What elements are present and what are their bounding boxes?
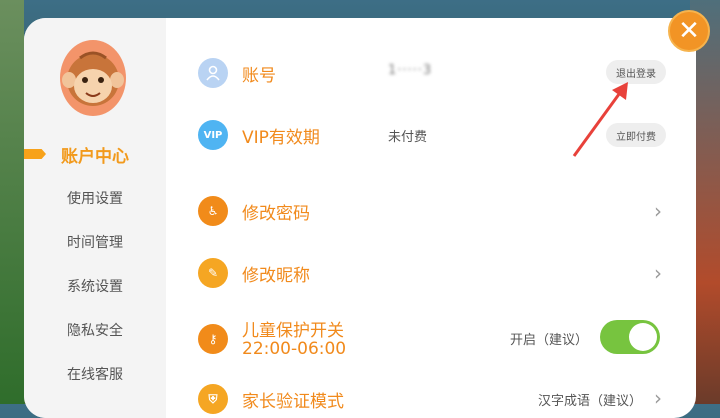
parent-verify-row[interactable]: ⛨ 家长验证模式 汉字成语（建议） › [166,384,696,418]
chevron-right-icon: › [654,386,662,410]
avatar[interactable] [60,40,126,116]
sidebar-item-online-support[interactable]: 在线客服 [24,364,166,384]
close-button[interactable]: ✕ [668,10,710,52]
chevron-right-icon: › [654,199,662,223]
sidebar-item-privacy-security[interactable]: 隐私安全 [24,320,166,340]
key-icon: ⚷ [198,324,228,354]
child-protection-label: 儿童保护开关 [242,321,344,341]
vip-label: VIP有效期 [242,128,320,148]
chevron-right-icon: › [654,261,662,285]
sidebar-item-system-settings[interactable]: 系统设置 [24,276,166,296]
close-icon: ✕ [678,16,700,46]
vip-icon: VIP [198,120,228,150]
toggle-knob [629,323,657,351]
parent-verify-label: 家长验证模式 [242,392,344,412]
account-value: 1·····3 [388,63,433,78]
account-label: 账号 [242,66,276,86]
parent-verify-value: 汉字成语（建议） [537,394,642,409]
user-icon [198,58,228,88]
child-protection-time: 22:00-06:00 [242,339,347,359]
monkey-avatar-icon [62,51,124,106]
child-protection-row: ⚷ 儿童保护开关 22:00-06:00 开启（建议） [166,314,696,362]
sidebar-item-usage-settings[interactable]: 使用设置 [24,188,166,208]
annotation-arrow-icon [572,82,628,157]
child-protection-status: 开启（建议） [509,333,588,348]
background-left [0,0,24,404]
change-password-label: 修改密码 [242,204,310,224]
pencil-icon: ✎ [198,258,228,288]
sidebar-item-account-center[interactable]: 账户中心 [24,142,166,167]
change-nickname-row[interactable]: ✎ 修改昵称 › [166,256,696,290]
sidebar-item-time-management[interactable]: 时间管理 [24,232,166,252]
change-nickname-label: 修改昵称 [242,266,310,286]
vip-status: 未付费 [388,130,428,145]
shield-icon: ⛨ [198,384,228,414]
child-protection-toggle[interactable] [600,320,660,354]
sidebar: 账户中心 使用设置 时间管理 系统设置 隐私安全 在线客服 [24,18,166,418]
change-password-row[interactable]: ♿ 修改密码 › [166,194,696,228]
wheelchair-icon: ♿ [198,196,228,226]
